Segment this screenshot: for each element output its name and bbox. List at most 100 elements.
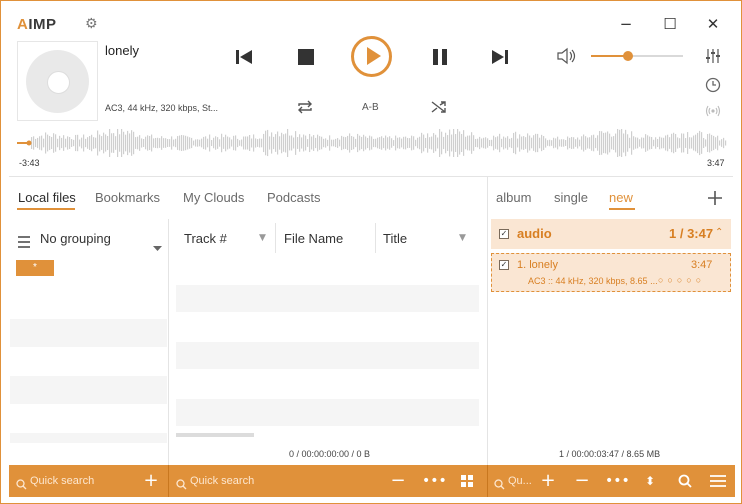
waveform-bar xyxy=(69,137,71,149)
waveform-bar xyxy=(495,137,497,149)
add-icon[interactable]: + xyxy=(538,469,558,493)
waveform-bar xyxy=(287,129,289,157)
waveform-bar xyxy=(109,129,111,157)
waveform-bar xyxy=(689,137,691,149)
ab-repeat-button[interactable]: A-B xyxy=(362,102,379,113)
add-playlist-icon[interactable] xyxy=(708,190,722,209)
waveform-bar xyxy=(167,139,169,147)
collapse-icon[interactable]: ⌃ xyxy=(715,227,723,238)
waveform-bar xyxy=(581,136,583,150)
waveform-bar xyxy=(441,131,443,155)
waveform-bar xyxy=(481,138,483,148)
more-icon[interactable]: ••• xyxy=(605,469,630,493)
equalizer-icon[interactable] xyxy=(705,48,721,68)
tab-local-files[interactable]: Local files xyxy=(18,190,76,205)
waveform-bar xyxy=(591,135,593,151)
waveform-bar xyxy=(423,134,425,152)
waveform-bar xyxy=(193,140,195,146)
tab-playlist-single[interactable]: single xyxy=(554,190,588,205)
tab-podcasts[interactable]: Podcasts xyxy=(267,190,320,205)
radio-icon[interactable] xyxy=(705,103,721,122)
waveform-bar xyxy=(541,134,543,152)
column-title[interactable]: Title xyxy=(383,231,407,246)
pause-icon xyxy=(433,49,447,65)
add-files-button[interactable]: + xyxy=(141,469,161,493)
column-file-name[interactable]: File Name xyxy=(284,231,343,246)
prev-button[interactable] xyxy=(233,41,255,73)
maximize-button[interactable]: ☐ xyxy=(655,11,685,37)
waveform-bar xyxy=(199,139,201,147)
waveform-bar xyxy=(59,135,61,151)
track-checkbox[interactable]: ✓ xyxy=(499,260,509,270)
grouping-selector[interactable]: No grouping xyxy=(40,231,111,246)
horizontal-scrollbar[interactable] xyxy=(176,433,254,437)
waveform-bar xyxy=(477,138,479,148)
tab-bookmarks[interactable]: Bookmarks xyxy=(95,190,160,205)
playlist-search-input[interactable]: Qu... xyxy=(508,475,532,487)
toolbar-divider xyxy=(487,465,488,497)
waveform-bar xyxy=(243,136,245,150)
waveform-bar xyxy=(85,138,87,148)
waveform-bar xyxy=(629,137,631,149)
waveform-bar xyxy=(635,137,637,149)
header-divider[interactable] xyxy=(275,223,276,253)
table-search-input[interactable]: Quick search xyxy=(190,475,254,487)
waveform-bar xyxy=(161,136,163,150)
more-icon[interactable]: ••• xyxy=(422,469,447,493)
remove-icon[interactable]: − xyxy=(388,469,408,493)
waveform-bar xyxy=(97,130,99,156)
sort-icon[interactable]: ⬍ xyxy=(640,469,660,493)
seek-handle[interactable] xyxy=(26,140,32,146)
group-checkbox[interactable]: ✓ xyxy=(499,229,509,239)
waveform-bar xyxy=(231,139,233,147)
rating-icon[interactable]: ○○○○○ xyxy=(658,275,705,285)
remove-icon[interactable]: − xyxy=(572,469,592,493)
hamburger-icon[interactable] xyxy=(708,469,728,493)
waveform-bar xyxy=(67,136,69,150)
column-track-number[interactable]: Track # xyxy=(184,231,227,246)
waveform-bar xyxy=(163,138,165,148)
album-art[interactable] xyxy=(17,41,98,121)
waveform-bar xyxy=(643,137,645,149)
pause-button[interactable] xyxy=(429,41,451,73)
waveform-seekbar[interactable] xyxy=(17,129,727,157)
filter-icon[interactable]: ▼ xyxy=(459,233,466,243)
menu-icon[interactable] xyxy=(17,233,31,252)
clock-icon[interactable] xyxy=(705,77,721,97)
waveform-bar xyxy=(467,135,469,151)
chevron-down-icon[interactable] xyxy=(153,237,162,256)
play-button[interactable] xyxy=(351,36,392,77)
volume-slider[interactable] xyxy=(591,51,683,61)
minimize-button[interactable]: − xyxy=(611,11,641,37)
waveform-bar xyxy=(289,135,291,151)
shuffle-button[interactable] xyxy=(431,100,447,117)
repeat-button[interactable] xyxy=(297,100,313,117)
header-divider[interactable] xyxy=(375,223,376,253)
filter-icon[interactable]: ▼ xyxy=(259,233,266,243)
library-status: 0 / 00:00:00:00 / 0 B xyxy=(289,449,371,459)
library-search-input[interactable]: Quick search xyxy=(30,475,94,487)
waveform-bar xyxy=(275,134,277,152)
waveform-bar xyxy=(677,137,679,149)
stop-button[interactable] xyxy=(295,41,317,73)
tab-my-clouds[interactable]: My Clouds xyxy=(183,190,244,205)
waveform-bar xyxy=(595,137,597,149)
waveform-bar xyxy=(93,137,95,149)
grid-icon[interactable] xyxy=(457,469,477,493)
waveform-bar xyxy=(331,139,333,147)
close-button[interactable]: ✕ xyxy=(698,11,728,37)
volume-icon[interactable] xyxy=(557,47,577,69)
waveform-bar xyxy=(621,129,623,157)
search-button[interactable] xyxy=(675,469,695,493)
divider xyxy=(9,176,733,177)
waveform-bar xyxy=(323,138,325,148)
waveform-bar xyxy=(187,136,189,150)
volume-handle[interactable] xyxy=(622,51,633,61)
next-button[interactable] xyxy=(489,41,511,73)
gear-icon[interactable]: ⚙ xyxy=(85,16,98,32)
group-all-chip[interactable]: * xyxy=(16,260,54,276)
tab-playlist-album[interactable]: album xyxy=(496,190,531,205)
waveform-bar xyxy=(181,134,183,152)
tab-playlist-new[interactable]: new xyxy=(609,190,633,205)
waveform-bar xyxy=(75,134,77,152)
